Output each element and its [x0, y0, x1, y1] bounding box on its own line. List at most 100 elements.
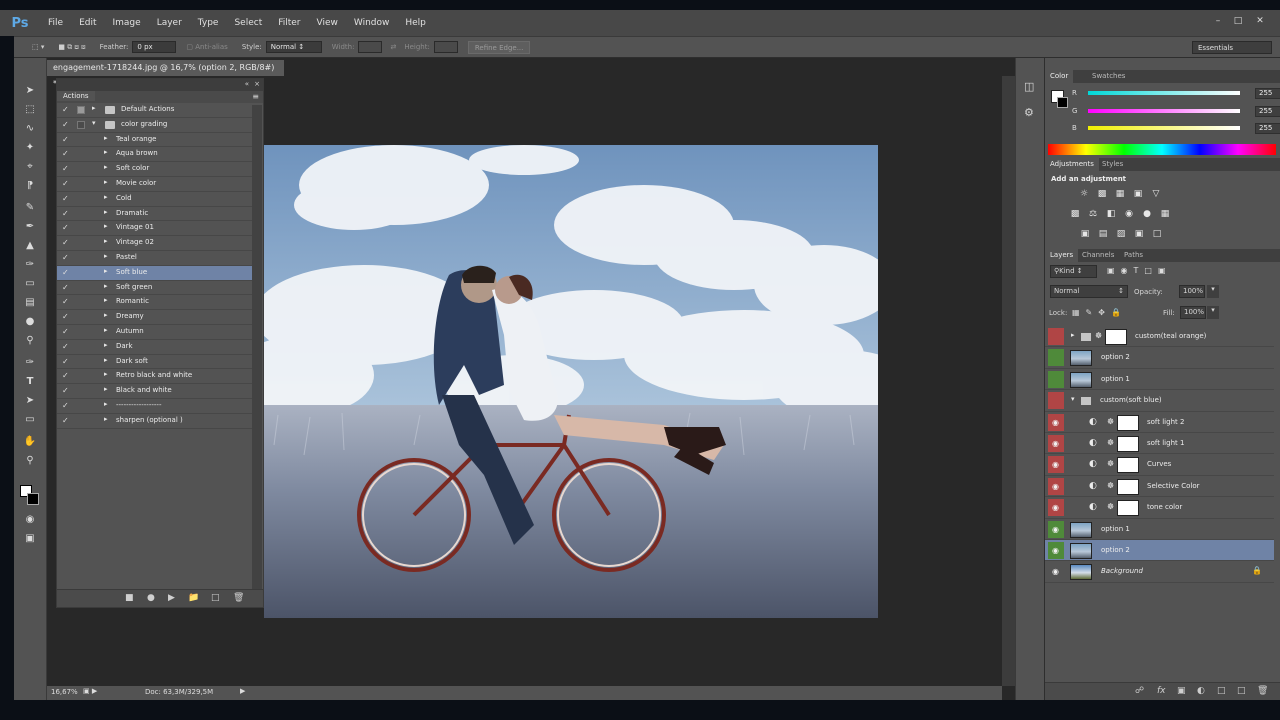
refine-edge-button[interactable]: Refine Edge...	[467, 40, 531, 54]
adjustment-layer-icon[interactable]: ◐	[1089, 438, 1097, 448]
zoom-tool-icon[interactable]: ⚲	[23, 454, 37, 468]
menu-filter[interactable]: Filter	[270, 18, 308, 28]
curves-icon[interactable]: ▦	[1114, 189, 1126, 200]
toggle-check-icon[interactable]: ✓	[62, 105, 71, 115]
layer-row[interactable]: ◉ option 1	[1045, 519, 1274, 540]
layer-row[interactable]: option 2	[1045, 347, 1274, 369]
expand-triangle-open-icon[interactable]: ▾	[92, 119, 96, 127]
visibility-toggle[interactable]: ◉	[1048, 413, 1064, 431]
status-menu-arrow-icon[interactable]: ▶	[240, 687, 245, 695]
opacity-dropdown-icon[interactable]: ▾	[1207, 285, 1219, 298]
action-row[interactable]: ✓ ▸ Soft green	[57, 281, 252, 296]
expand-triangle-closed-icon[interactable]: ▸	[104, 222, 108, 230]
layer-row[interactable]: ◉ ◐ ☸ soft light 2	[1045, 412, 1274, 433]
tab-adjustments[interactable]: Adjustments	[1045, 158, 1099, 171]
expand-triangle-closed-icon[interactable]: ▸	[104, 311, 108, 319]
toggle-check-icon[interactable]: ✓	[62, 223, 71, 233]
healing-brush-icon[interactable]: ✎	[23, 201, 37, 215]
adjustment-layer-icon[interactable]: ◐	[1089, 502, 1097, 512]
new-layer-icon[interactable]: □	[1237, 686, 1246, 696]
style-select[interactable]: Normal ↕	[265, 41, 322, 53]
brightness-icon[interactable]: ☼	[1078, 189, 1090, 200]
dialog-toggle[interactable]	[77, 180, 85, 188]
visibility-toggle[interactable]	[1048, 392, 1064, 410]
selection-mode-icons[interactable]: ■ ⧉ ⧈ ⧇	[58, 43, 85, 52]
dialog-toggle[interactable]	[77, 358, 85, 366]
action-set-row[interactable]: ✓ ▸ Default Actions	[57, 103, 252, 118]
action-row[interactable]: ✓ ▸ sharpen (optional )	[57, 414, 252, 429]
eraser-icon[interactable]: ▭	[23, 277, 37, 291]
visibility-toggle[interactable]: ◉	[1048, 456, 1064, 474]
toggle-check-icon[interactable]: ✓	[62, 238, 71, 248]
action-row[interactable]: ✓ ▸ Vintage 01	[57, 221, 252, 237]
menu-window[interactable]: Window	[346, 18, 398, 28]
tab-channels[interactable]: Channels	[1077, 249, 1119, 262]
layer-row[interactable]: ◉ ◐ ☸ tone color	[1045, 497, 1274, 519]
dialog-toggle[interactable]	[77, 284, 85, 292]
marquee-tool-icon[interactable]: ⬚	[23, 103, 37, 117]
dialog-toggle[interactable]	[77, 136, 85, 144]
toggle-check-icon[interactable]: ✓	[62, 194, 71, 204]
color-lookup-icon[interactable]: ▦	[1159, 209, 1171, 220]
hue-saturation-icon[interactable]: ▩	[1069, 209, 1081, 220]
action-row[interactable]: ✓ ▸ Dramatic	[57, 207, 252, 222]
channel-value-input[interactable]: 255	[1255, 123, 1280, 134]
layer-row[interactable]: option 1	[1045, 369, 1274, 391]
action-row[interactable]: ✓ ▸ Dark	[57, 340, 252, 355]
selective-color-icon[interactable]: ▣	[1133, 229, 1145, 240]
vertical-scrollbar[interactable]	[1002, 76, 1015, 686]
toggle-check-icon[interactable]: ✓	[62, 209, 71, 219]
dialog-toggle[interactable]	[77, 387, 85, 395]
new-action-icon[interactable]: □	[211, 593, 220, 603]
posterize-icon[interactable]: ▤	[1097, 229, 1109, 240]
color-bg-swatch[interactable]	[1057, 97, 1068, 108]
visibility-toggle[interactable]: ◉	[1048, 520, 1064, 538]
crop-tool-icon[interactable]: ⌖	[23, 160, 37, 174]
action-row[interactable]: ✓ ▸ Romantic	[57, 295, 252, 311]
stop-icon[interactable]: ■	[125, 593, 134, 603]
toggle-check-icon[interactable]: ✓	[62, 164, 71, 174]
layer-mask-thumbnail[interactable]	[1117, 436, 1139, 452]
chain-link-icon[interactable]: ☸	[1107, 417, 1114, 426]
dialog-toggle[interactable]	[77, 254, 85, 262]
layer-row[interactable]: ◉ Background 🔒	[1045, 561, 1274, 583]
levels-icon[interactable]: ▩	[1096, 189, 1108, 200]
expand-triangle-closed-icon[interactable]: ▸	[104, 341, 108, 349]
actions-scrollbar[interactable]	[252, 105, 262, 595]
delete-layer-icon[interactable]: 🗑	[1257, 686, 1268, 696]
dialog-toggle[interactable]	[77, 150, 85, 158]
layer-thumbnail[interactable]	[1070, 350, 1092, 367]
action-row[interactable]: ✓ ▸ Dark soft	[57, 355, 252, 370]
blur-tool-icon[interactable]: ●	[23, 315, 37, 329]
actions-panel-header[interactable]: « ×	[57, 79, 263, 91]
opacity-input[interactable]: 100%	[1179, 285, 1205, 298]
action-row[interactable]: ✓ ▸ Vintage 02	[57, 236, 252, 251]
expand-triangle-closed-icon[interactable]: ▸	[104, 400, 108, 408]
blend-mode-select[interactable]: Normal ↕	[1050, 285, 1128, 298]
visibility-toggle[interactable]: ◉	[1048, 435, 1064, 452]
link-layers-icon[interactable]: ☍	[1135, 686, 1144, 696]
hand-tool-icon[interactable]: ✋	[23, 435, 37, 449]
action-row[interactable]: ✓ ▸ Movie color	[57, 177, 252, 192]
expand-triangle-closed-icon[interactable]: ▸	[104, 370, 108, 378]
quick-select-icon[interactable]: ✦	[23, 141, 37, 155]
eye-icon[interactable]: ◉	[1052, 503, 1059, 512]
new-set-icon[interactable]: 📁	[188, 593, 199, 603]
action-row[interactable]: ✓ ▸ Dreamy	[57, 310, 252, 325]
action-row[interactable]: ✓ ▸ Soft blue	[57, 265, 252, 281]
eye-icon[interactable]: ◉	[1052, 546, 1059, 555]
record-icon[interactable]: ●	[147, 593, 155, 603]
collapse-icon[interactable]: «	[245, 80, 249, 88]
layer-group-row[interactable]: ▾ custom(soft blue)	[1045, 390, 1274, 412]
toggle-check-icon[interactable]: ✓	[62, 416, 71, 426]
dialog-toggle[interactable]	[77, 372, 85, 380]
dialog-toggle[interactable]	[77, 269, 85, 277]
expand-triangle-closed-icon[interactable]: ▸	[104, 193, 108, 201]
maximize-icon[interactable]: □	[1232, 16, 1244, 26]
history-icon[interactable]: ◫	[1024, 80, 1034, 93]
chain-link-icon[interactable]: ☸	[1107, 502, 1114, 511]
action-row[interactable]: ✓ ▸ Soft color	[57, 162, 252, 177]
adjustment-layer-icon[interactable]: ◐	[1089, 459, 1097, 469]
layer-thumbnail[interactable]	[1070, 564, 1092, 581]
dialog-toggle[interactable]	[77, 239, 85, 247]
